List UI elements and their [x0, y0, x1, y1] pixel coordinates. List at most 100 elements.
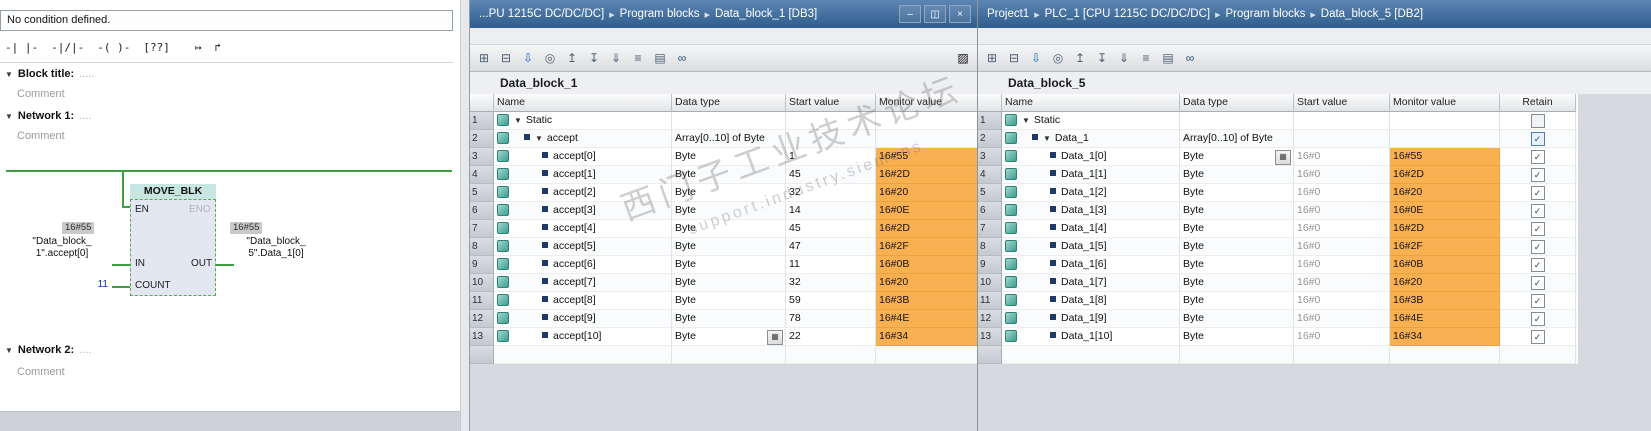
- start-value-cell[interactable]: 11: [786, 256, 876, 274]
- insert-row-icon[interactable]: ⊞: [474, 48, 494, 68]
- start-value-cell[interactable]: 22: [786, 328, 876, 346]
- breadcrumb-item[interactable]: Program blocks: [1226, 8, 1306, 20]
- start-value-cell[interactable]: 16#0: [1294, 202, 1390, 220]
- name-cell[interactable]: accept[8]: [494, 292, 672, 310]
- network-2-comment-field[interactable]: Comment: [17, 366, 65, 378]
- monitor-all-icon[interactable]: ∞: [672, 48, 692, 68]
- retain-checkbox[interactable]: ✓: [1530, 168, 1545, 182]
- type-picker-button[interactable]: ▦: [767, 330, 783, 345]
- expand-triangle-icon[interactable]: ▼: [535, 134, 543, 143]
- name-cell[interactable]: ▼ Static: [1002, 112, 1180, 130]
- retain-checkbox[interactable]: ✓: [1530, 276, 1545, 290]
- collapse-triangle-icon[interactable]: ▼: [5, 346, 13, 355]
- retain-checkbox[interactable]: ✓: [1530, 312, 1545, 326]
- type-cell[interactable]: Byte: [672, 220, 786, 238]
- expand-triangle-icon[interactable]: ▼: [1043, 134, 1051, 143]
- retain-checkbox[interactable]: ✓: [1530, 204, 1545, 218]
- type-cell[interactable]: Byte: [1180, 328, 1294, 346]
- breadcrumb-item[interactable]: Project1: [987, 8, 1029, 20]
- start-value-cell[interactable]: 16#0: [1294, 220, 1390, 238]
- row-number[interactable]: 7: [470, 220, 494, 238]
- name-cell[interactable]: Data_1[10]: [1002, 328, 1180, 346]
- start-value-cell[interactable]: 32: [786, 274, 876, 292]
- retain-checkbox[interactable]: ✓: [1530, 222, 1545, 236]
- name-cell[interactable]: ▼ Data_1: [1002, 130, 1180, 148]
- name-cell[interactable]: Data_1[7]: [1002, 274, 1180, 292]
- start-value-cell[interactable]: 16#0: [1294, 328, 1390, 346]
- breadcrumb-item[interactable]: ...PU 1215C DC/DC/DC]: [479, 8, 604, 20]
- type-cell[interactable]: Byte: [1180, 202, 1294, 220]
- row-number[interactable]: 9: [470, 256, 494, 274]
- expand-triangle-icon[interactable]: ▼: [1022, 116, 1030, 125]
- start-value-cell[interactable]: [786, 130, 876, 148]
- type-cell[interactable]: Array[0..10] of Byte: [1180, 130, 1294, 148]
- name-cell[interactable]: Data_1[2]: [1002, 184, 1180, 202]
- close-button[interactable]: ×: [949, 5, 971, 23]
- type-cell[interactable]: Byte: [672, 292, 786, 310]
- close-branch-icon[interactable]: ↱: [215, 41, 222, 54]
- snapshot-icon[interactable]: ◎: [540, 48, 560, 68]
- block-title-row[interactable]: ▼ Block title: .....: [5, 68, 94, 80]
- name-cell[interactable]: accept[6]: [494, 256, 672, 274]
- start-value-cell[interactable]: 16#0: [1294, 274, 1390, 292]
- settings-icon[interactable]: ▤: [650, 48, 670, 68]
- name-cell[interactable]: accept[10]: [494, 328, 672, 346]
- copy-start-values-to-snapshot-icon[interactable]: ↧: [584, 48, 604, 68]
- keep-actual-values-icon[interactable]: ⇩: [1026, 48, 1046, 68]
- column-header-name[interactable]: Name: [494, 94, 672, 112]
- start-value-cell[interactable]: 45: [786, 220, 876, 238]
- collapse-triangle-icon[interactable]: ▼: [5, 70, 13, 79]
- type-cell[interactable]: Byte: [672, 166, 786, 184]
- start-value-cell[interactable]: 1: [786, 148, 876, 166]
- retain-checkbox[interactable]: ✓: [1530, 186, 1545, 200]
- type-cell[interactable]: Array[0..10] of Byte: [672, 130, 786, 148]
- type-cell[interactable]: Byte: [1180, 184, 1294, 202]
- name-cell[interactable]: accept[1]: [494, 166, 672, 184]
- start-value-cell[interactable]: 16#0: [1294, 256, 1390, 274]
- copy-start-values-to-snapshot-icon[interactable]: ↧: [1092, 48, 1112, 68]
- name-cell[interactable]: accept[5]: [494, 238, 672, 256]
- name-cell[interactable]: accept[4]: [494, 220, 672, 238]
- retain-checkbox[interactable]: ✓: [1530, 240, 1545, 254]
- row-number[interactable]: 3: [470, 148, 494, 166]
- type-cell[interactable]: Byte: [672, 148, 786, 166]
- open-branch-icon[interactable]: ↦: [195, 41, 202, 54]
- retain-checkbox[interactable]: ✓: [1530, 258, 1545, 272]
- start-value-cell[interactable]: 16#0: [1294, 166, 1390, 184]
- network-1-title-placeholder[interactable]: ....: [79, 110, 91, 122]
- retain-checkbox[interactable]: [1530, 114, 1545, 128]
- row-number[interactable]: 2: [470, 130, 494, 148]
- column-header-name[interactable]: Name: [1002, 94, 1180, 112]
- copy-snapshots-to-start-values-icon[interactable]: ↥: [562, 48, 582, 68]
- row-number[interactable]: 1: [470, 112, 494, 130]
- row-number[interactable]: 13: [978, 328, 1002, 346]
- start-value-cell[interactable]: 78: [786, 310, 876, 328]
- closed-contact-icon[interactable]: -|/|-: [51, 41, 84, 54]
- settings-icon[interactable]: ▤: [1158, 48, 1178, 68]
- restore-button[interactable]: ◫: [924, 5, 946, 23]
- row-number[interactable]: 13: [470, 328, 494, 346]
- row-number[interactable]: 3: [978, 148, 1002, 166]
- network-2-title-placeholder[interactable]: ....: [79, 344, 91, 356]
- type-picker-button[interactable]: ▦: [1275, 150, 1291, 165]
- keep-actual-values-icon[interactable]: ⇩: [518, 48, 538, 68]
- type-cell[interactable]: Byte: [672, 256, 786, 274]
- name-cell[interactable]: Data_1[0]: [1002, 148, 1180, 166]
- column-header-type[interactable]: Data type: [1180, 94, 1294, 112]
- type-cell[interactable]: Byte: [672, 274, 786, 292]
- type-cell[interactable]: Byte: [672, 310, 786, 328]
- empty-box-icon[interactable]: [??]: [143, 41, 170, 54]
- load-start-values-icon[interactable]: ⇓: [606, 48, 626, 68]
- row-number[interactable]: 12: [470, 310, 494, 328]
- name-cell[interactable]: Data_1[9]: [1002, 310, 1180, 328]
- start-value-cell[interactable]: 47: [786, 238, 876, 256]
- retain-checkbox[interactable]: ✓: [1530, 150, 1545, 164]
- name-cell[interactable]: accept[3]: [494, 202, 672, 220]
- start-value-cell[interactable]: 14: [786, 202, 876, 220]
- type-cell[interactable]: Byte: [1180, 310, 1294, 328]
- name-cell[interactable]: accept[9]: [494, 310, 672, 328]
- add-row-icon[interactable]: ⊟: [1004, 48, 1024, 68]
- row-number[interactable]: 11: [978, 292, 1002, 310]
- row-number[interactable]: 1: [978, 112, 1002, 130]
- breadcrumb-item[interactable]: Data_block_1 [DB3]: [715, 8, 817, 20]
